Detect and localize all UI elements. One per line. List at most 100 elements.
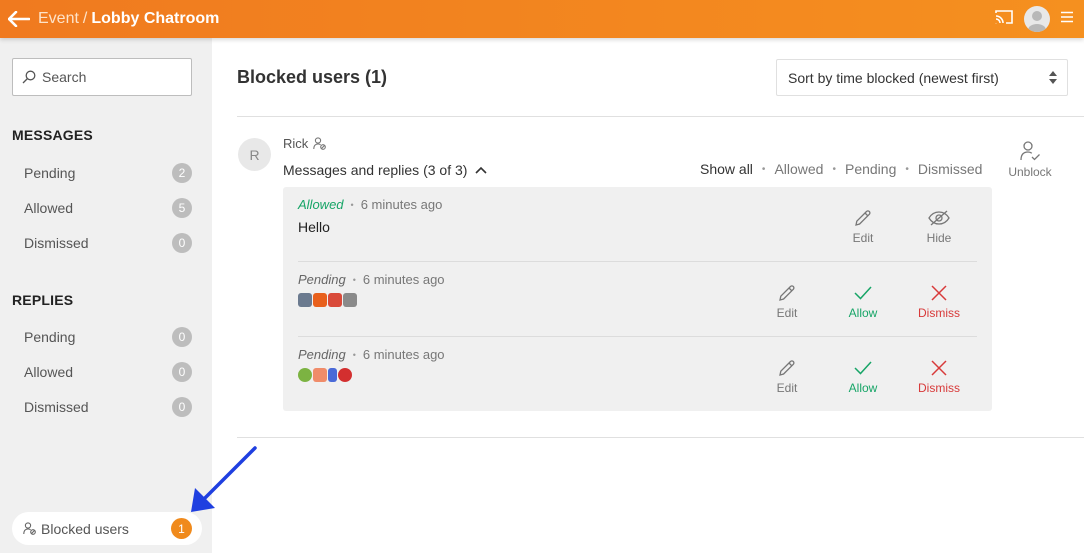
back-button[interactable] <box>0 0 38 38</box>
sort-select-value: Sort by time blocked (newest first) <box>788 69 999 86</box>
main-content: Blocked users (1) Sort by time blocked (… <box>212 38 1084 553</box>
unblock-button[interactable]: Unblock <box>1007 140 1053 179</box>
filter-dismissed[interactable]: Dismissed <box>918 161 983 177</box>
edit-button[interactable]: Edit <box>757 359 817 395</box>
action-label: Allow <box>848 306 878 320</box>
sidebar-item-replies-dismissed[interactable]: Dismissed 0 <box>0 389 212 424</box>
message-divider <box>298 261 977 262</box>
sidebar-item-replies-pending[interactable]: Pending 0 <box>0 319 212 354</box>
select-arrows-icon <box>1049 71 1057 84</box>
divider <box>237 116 1084 117</box>
search-box[interactable] <box>12 58 192 96</box>
action-label: Edit <box>776 381 798 395</box>
dismiss-button[interactable]: Dismiss <box>909 284 969 320</box>
breadcrumb-event[interactable]: Event <box>38 10 79 28</box>
count-badge: 0 <box>172 232 192 253</box>
sidebar-item-messages-pending[interactable]: Pending 2 <box>0 155 212 190</box>
check-icon <box>854 361 872 375</box>
close-icon <box>931 285 947 301</box>
action-label: Edit <box>776 306 798 320</box>
hide-button[interactable]: Hide <box>909 209 969 245</box>
message-time: 6 minutes ago <box>362 347 445 362</box>
sidebar-item-label: Dismissed <box>24 234 89 251</box>
edit-button[interactable]: Edit <box>833 209 893 245</box>
search-input[interactable] <box>42 69 182 85</box>
sidebar-item-label: Pending <box>24 328 76 345</box>
sort-select[interactable]: Sort by time blocked (newest first) <box>776 59 1068 96</box>
count-badge: 2 <box>172 162 192 183</box>
thread-title-text: Messages and replies (3 of 3) <box>283 162 468 178</box>
blocked-count-badge: 1 <box>171 518 192 539</box>
search-icon <box>22 70 36 84</box>
cast-button[interactable] <box>994 9 1014 30</box>
close-icon <box>931 360 947 376</box>
status-label: Pending <box>298 347 346 362</box>
page-title: Blocked users (1) <box>237 67 388 87</box>
message-time: 6 minutes ago <box>362 272 445 287</box>
emoji-icon <box>313 368 327 382</box>
count-badge: 0 <box>172 396 192 417</box>
count-badge: 0 <box>172 326 192 347</box>
sidebar-item-label: Pending <box>24 164 76 181</box>
emoji-icon <box>313 293 327 307</box>
pencil-icon <box>779 285 795 301</box>
app-header: Event / Lobby Chatroom <box>0 0 1084 38</box>
annotation-arrow-icon <box>191 446 257 512</box>
filter-pending[interactable]: Pending <box>845 161 896 177</box>
header-actions <box>994 0 1074 38</box>
avatar: R <box>238 138 271 171</box>
filter-separator: • <box>761 163 766 175</box>
thread-toggle[interactable]: Messages and replies (3 of 3) <box>283 162 488 178</box>
message-divider <box>298 336 977 337</box>
unblock-user-icon <box>1020 141 1040 161</box>
emoji-icon <box>338 368 352 382</box>
menu-icon <box>1061 11 1073 23</box>
sidebar: MESSAGES Pending 2 Allowed 5 Dismissed 0… <box>0 38 212 553</box>
allow-button[interactable]: Allow <box>833 359 893 395</box>
sidebar-item-messages-allowed[interactable]: Allowed 5 <box>0 190 212 225</box>
messages-section-title: MESSAGES <box>12 127 93 143</box>
divider <box>237 437 1084 438</box>
sidebar-item-messages-dismissed[interactable]: Dismissed 0 <box>0 225 212 260</box>
sidebar-item-label: Allowed <box>24 199 74 216</box>
allow-button[interactable]: Allow <box>833 284 893 320</box>
eye-off-icon <box>928 210 950 226</box>
filter-separator: • <box>832 163 836 175</box>
count-badge: 5 <box>172 197 192 218</box>
status-label: Pending <box>298 272 346 287</box>
breadcrumb-separator: / <box>82 10 88 27</box>
edit-button[interactable]: Edit <box>757 284 817 320</box>
account-avatar-icon <box>1028 11 1046 32</box>
back-arrow-icon <box>8 11 30 27</box>
action-label: Dismiss <box>918 306 960 320</box>
chevron-up-icon <box>475 166 488 174</box>
user-name: Rick <box>283 136 327 151</box>
account-avatar[interactable] <box>1024 6 1050 32</box>
action-label: Allow <box>848 381 878 395</box>
sidebar-item-label: Allowed <box>24 363 74 380</box>
messages-panel: Allowed • 6 minutes ago Hello Edit Hide <box>283 187 992 411</box>
filter-show-all[interactable]: Show all <box>700 161 753 177</box>
emoji-icon <box>328 368 337 382</box>
sidebar-item-blocked-users[interactable]: Blocked users 1 <box>12 512 202 545</box>
emoji-icon <box>298 368 312 382</box>
filter-bar: Show all • Allowed • Pending • Dismissed <box>700 161 982 177</box>
sidebar-item-label: Dismissed <box>24 398 89 415</box>
emoji-icon <box>298 293 312 307</box>
dismiss-button[interactable]: Dismiss <box>909 359 969 395</box>
emoji-icon <box>328 293 342 307</box>
emoji-icon <box>343 293 357 307</box>
count-badge: 0 <box>172 361 192 382</box>
action-label: Dismiss <box>918 381 960 395</box>
cast-icon <box>995 9 1013 24</box>
meta-separator: • <box>352 274 356 285</box>
sidebar-item-label: Blocked users <box>41 520 129 537</box>
filter-allowed[interactable]: Allowed <box>774 161 823 177</box>
menu-button[interactable] <box>1060 10 1074 28</box>
user-name-text: Rick <box>283 136 309 151</box>
pencil-icon <box>855 210 871 226</box>
meta-separator: • <box>350 199 354 210</box>
page-breadcrumb-title: Lobby Chatroom <box>91 10 220 27</box>
sidebar-item-replies-allowed[interactable]: Allowed 0 <box>0 354 212 389</box>
blocked-user-icon <box>23 522 36 535</box>
